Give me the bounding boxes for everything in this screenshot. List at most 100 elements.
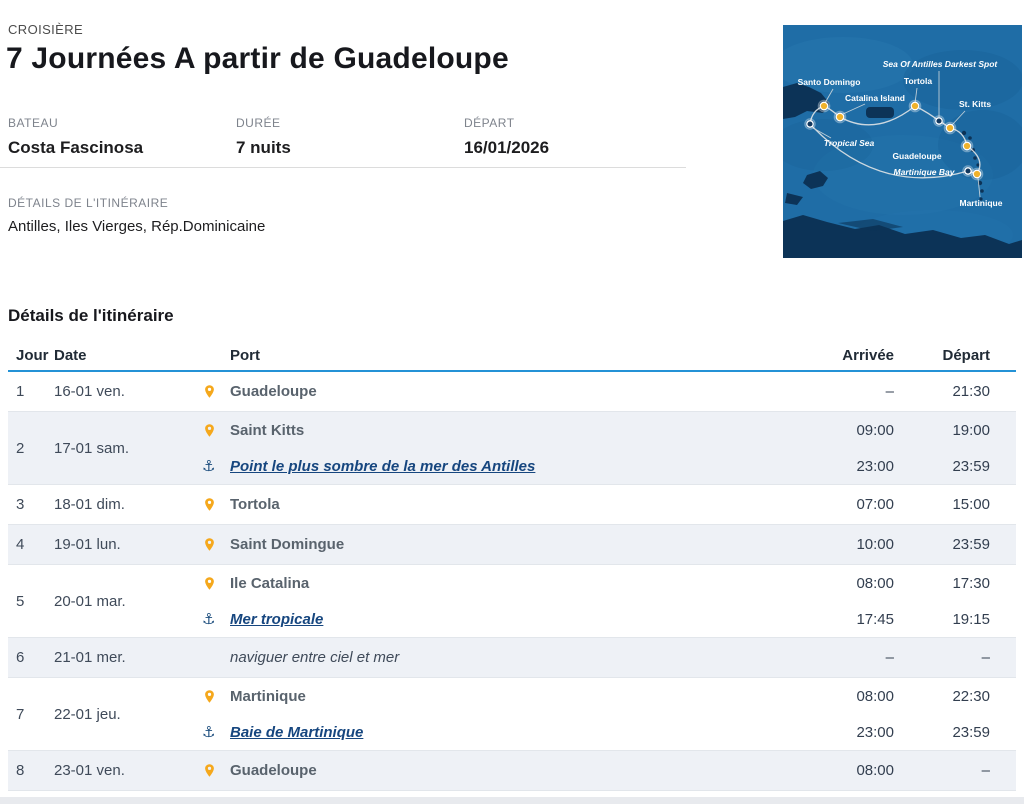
arrival-time: 08:00 xyxy=(856,762,894,779)
itinerary-row-day-8: 8 23-01 ven. Guadeloupe 08:00 – xyxy=(8,751,1016,791)
stop-line: ⚓ Mer tropicale 17:45 19:15 xyxy=(202,601,990,637)
map-label-tortola: Tortola xyxy=(904,76,932,86)
map-dot-st-kitts xyxy=(945,123,955,133)
fact-ship: BATEAU Costa Fascinosa xyxy=(8,116,236,158)
stop-line: ⚓ Baie de Martinique 23:00 23:59 xyxy=(202,714,990,750)
day-number: 5 xyxy=(16,592,25,610)
port-pin-icon xyxy=(205,689,214,703)
port-name: Saint Kitts xyxy=(230,421,305,439)
table-header-row: Jour Date Port Arrivée Départ xyxy=(8,340,1016,372)
port-name: Saint Domingue xyxy=(230,536,345,553)
sea-day-label: naviguer entre ciel et mer xyxy=(230,649,400,666)
fact-departure-value: 16/01/2026 xyxy=(464,138,550,157)
day-number: 7 xyxy=(16,705,25,723)
port-name: Guadeloupe xyxy=(230,383,317,400)
itinerary-row-day-3: 3 18-01 dim. Tortola 07:00 15:00 xyxy=(8,485,1016,525)
stop-line: ⚓ Point le plus sombre de la mer des Anti… xyxy=(202,448,990,484)
col-header-departure: Départ xyxy=(942,346,990,364)
day-date: 21-01 mer. xyxy=(54,649,126,666)
port-pin-icon xyxy=(205,385,214,398)
departure-time: 22:30 xyxy=(952,687,990,705)
cruise-eyebrow: CROISIÈRE xyxy=(8,22,84,37)
port-name: Ile Catalina xyxy=(230,574,310,592)
departure-time: 21:30 xyxy=(952,383,990,400)
itinerary-row-day-5: 5 20-01 mar. Ile Catalina 08:00 17:30 ⚓ Mer tr… xyxy=(8,565,1016,638)
port-pin-icon xyxy=(205,538,214,551)
day-number: 4 xyxy=(16,536,25,553)
fact-duration-label: DURÉE xyxy=(236,116,281,130)
fact-ship-label: BATEAU xyxy=(8,116,59,130)
stop-line: Tortola 07:00 15:00 xyxy=(202,485,990,524)
map-label-guadeloupe: Guadeloupe xyxy=(892,151,941,161)
port-name: Guadeloupe xyxy=(230,762,317,779)
arrival-time: 23:00 xyxy=(856,457,894,475)
map-dot-santo-domingo xyxy=(819,101,829,111)
arrival-time: – xyxy=(885,383,894,400)
day-number: 1 xyxy=(16,383,25,400)
itinerary-row-day-7: 7 22-01 jeu. Martinique 08:00 22:30 ⚓ Baie de … xyxy=(8,678,1016,751)
fact-duration: DURÉE 7 nuits xyxy=(236,116,464,158)
departure-time: 23:59 xyxy=(952,536,990,553)
day-date: 23-01 ven. xyxy=(54,762,125,779)
stop-line: Martinique 08:00 22:30 xyxy=(202,678,990,714)
stop-line: Saint Domingue 10:00 23:59 xyxy=(202,525,990,564)
port-pin-icon xyxy=(205,576,214,590)
itinerary-row-day-4: 4 19-01 lun. Saint Domingue 10:00 23:59 xyxy=(8,525,1016,565)
map-label-catalina-island: Catalina Island xyxy=(845,93,905,103)
itinerary-table: Jour Date Port Arrivée Départ 1 16-01 ven… xyxy=(8,340,1016,791)
stop-line: Saint Kitts 09:00 19:00 xyxy=(202,412,990,448)
day-date: 16-01 ven. xyxy=(54,383,125,400)
port-pin-icon xyxy=(205,498,214,511)
map-dot-tortola xyxy=(910,101,920,111)
day-date: 18-01 dim. xyxy=(54,496,125,513)
departure-time: 19:15 xyxy=(952,610,990,628)
map-label-sea-of-antilles-darkest-spot: Sea Of Antilles Darkest Spot xyxy=(883,59,999,69)
map-dot-catalina-island xyxy=(835,112,845,122)
stop-line: Guadeloupe 08:00 – xyxy=(202,751,990,790)
day-number: 2 xyxy=(16,439,25,457)
stop-line: Ile Catalina 08:00 17:30 xyxy=(202,565,990,601)
day-date: 20-01 mar. xyxy=(54,592,126,610)
itinerary-row-day-1: 1 16-01 ven. Guadeloupe – 21:30 xyxy=(8,372,1016,412)
page-title: 7 Journées A partir de Guadeloupe xyxy=(6,42,509,75)
map-label-santo-domingo: Santo Domingo xyxy=(798,77,861,87)
excursion-link[interactable]: Mer tropicale xyxy=(230,611,323,628)
itinerary-summary-value: Antilles, Iles Vierges, Rép.Dominicaine xyxy=(8,218,266,235)
map-dot-sea-of-antilles-darkest-spot xyxy=(935,117,943,125)
route-map-image: Sea Of Antilles Darkest Spot Santo Doming… xyxy=(773,25,1024,260)
map-dot-martinique-bay xyxy=(964,167,972,175)
col-header-port: Port xyxy=(230,346,260,364)
arrival-time: 23:00 xyxy=(856,723,894,741)
day-date: 19-01 lun. xyxy=(54,536,121,553)
day-number: 3 xyxy=(16,496,25,513)
map-dot-guadeloupe xyxy=(962,141,972,151)
map-label-martinique: Martinique xyxy=(960,198,1003,208)
itinerary-summary-label: DÉTAILS DE L'ITINÉRAIRE xyxy=(8,196,169,210)
fact-duration-value: 7 nuits xyxy=(236,138,291,157)
map-dot-martinique xyxy=(972,169,982,179)
port-pin-icon xyxy=(205,423,214,437)
map-label-st-kitts: St. Kitts xyxy=(959,99,991,109)
fact-departure-label: DÉPART xyxy=(464,116,515,130)
departure-time: – xyxy=(981,762,990,779)
departure-time: 23:59 xyxy=(952,723,990,741)
itinerary-row-day-2: 2 17-01 sam. Saint Kitts 09:00 19:00 ⚓ Point l… xyxy=(8,412,1016,485)
map-label-tropical-sea: Tropical Sea xyxy=(824,138,875,148)
itinerary-row-day-6: 6 21-01 mer. naviguer entre ciel et mer – – xyxy=(8,638,1016,678)
anchor-icon: ⚓ xyxy=(202,722,216,741)
arrival-time: – xyxy=(885,649,894,666)
port-pin-icon xyxy=(205,764,214,777)
col-header-date: Date xyxy=(54,346,87,364)
arrival-time: 09:00 xyxy=(856,421,894,439)
excursion-link[interactable]: Baie de Martinique xyxy=(230,724,363,741)
route-map: Sea Of Antilles Darkest Spot Santo Doming… xyxy=(773,25,1024,260)
excursion-link[interactable]: Point le plus sombre de la mer des Antil… xyxy=(230,458,535,475)
cruise-facts: BATEAU Costa Fascinosa DURÉE 7 nuits DÉP… xyxy=(8,116,708,158)
anchor-icon: ⚓ xyxy=(202,609,216,628)
header-divider xyxy=(0,167,686,168)
arrival-time: 17:45 xyxy=(856,610,894,628)
next-section-edge xyxy=(0,797,1024,804)
arrival-time: 07:00 xyxy=(856,496,894,513)
map-label-martinique-bay: Martinique Bay xyxy=(894,167,956,177)
anchor-icon: ⚓ xyxy=(202,456,216,475)
